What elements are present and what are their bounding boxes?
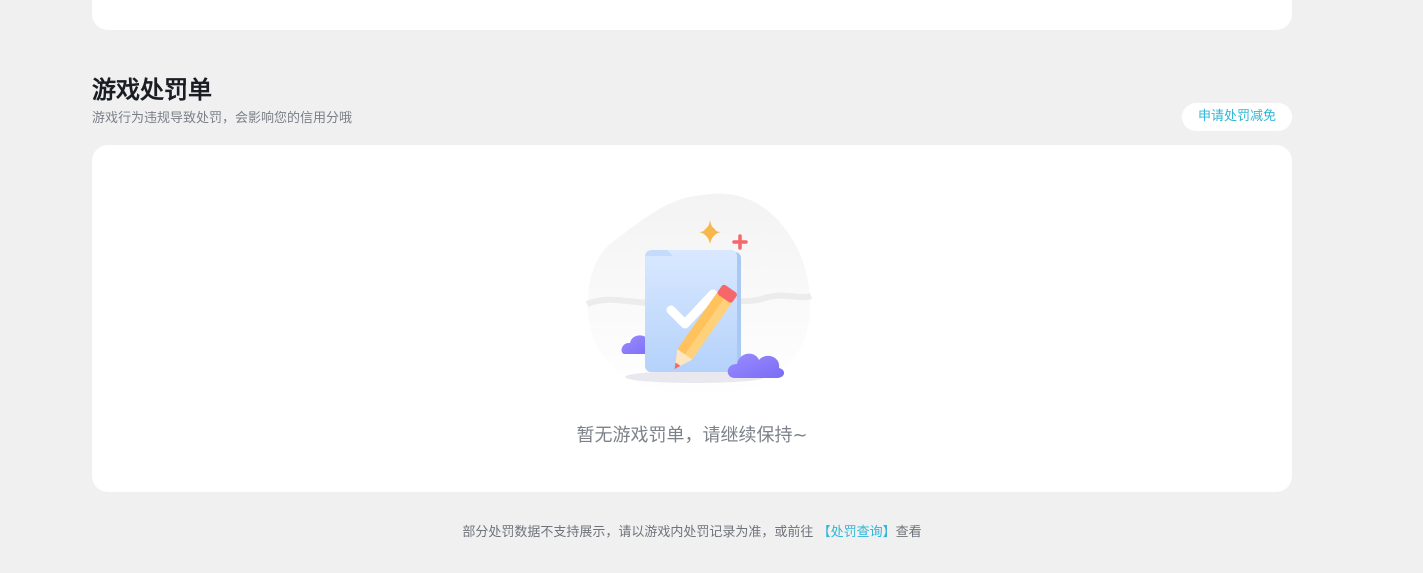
footer-note-text: 部分处罚数据不支持展示，请以游戏内处罚记录为准，或前往 <box>462 525 814 540</box>
section-subtitle: 游戏行为违规导致处罚，会影响您的信用分哦 <box>92 111 353 126</box>
penalty-list-card: 暂无游戏罚单，请继续保持~ <box>92 145 1292 492</box>
footer-note-suffix: 查看 <box>895 525 922 540</box>
section-title: 游戏处罚单 <box>92 76 212 104</box>
checklist-pencil-icon <box>585 192 815 402</box>
appeal-penalty-button[interactable]: 申请处罚减免 <box>1182 103 1292 131</box>
previous-section-card <box>92 0 1292 30</box>
empty-state-message: 暂无游戏罚单，请继续保持~ <box>576 425 808 446</box>
footer-note: 部分处罚数据不支持展示，请以游戏内处罚记录为准，或前往 【处罚查询】查看 <box>0 523 1384 543</box>
penalty-query-link[interactable]: 【处罚查询】 <box>818 525 896 540</box>
